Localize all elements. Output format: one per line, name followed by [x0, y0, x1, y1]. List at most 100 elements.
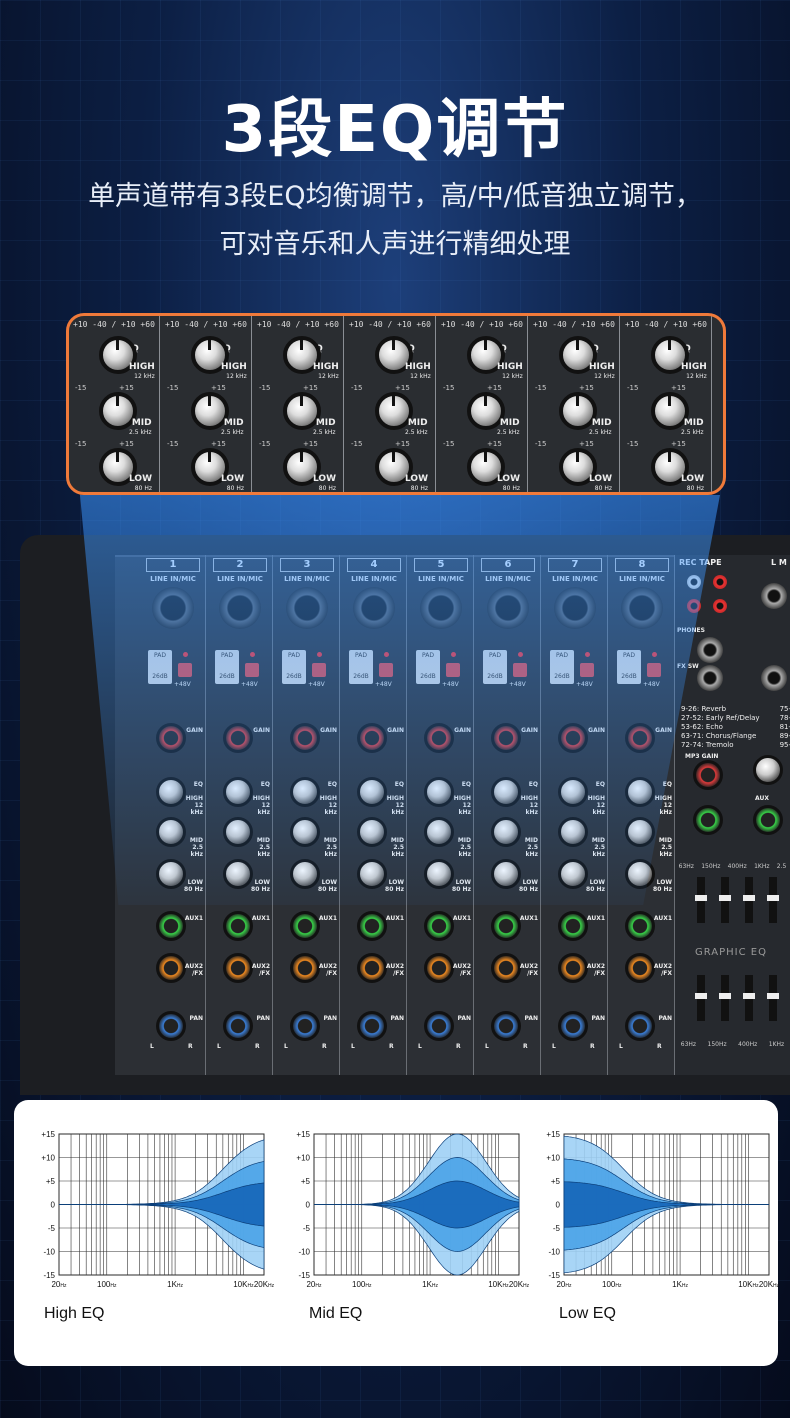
- zoom-high-label: HIGH 12 kHz: [681, 362, 707, 380]
- geq-fader-2[interactable]: [719, 877, 731, 923]
- fx-preset-row: 9-26: Reverb 75-: [681, 705, 790, 714]
- rca-red-jack[interactable]: [713, 575, 727, 589]
- y-tick-label: -15: [43, 1271, 55, 1280]
- zoom-db-range: +10 -40 / +10 +60: [441, 320, 523, 329]
- geq-fader-3[interactable]: [743, 877, 755, 923]
- geq-freq-label: 63Hz: [678, 863, 694, 870]
- phones-jack[interactable]: [697, 637, 723, 663]
- y-tick-label: -5: [48, 1224, 56, 1233]
- pan-knob[interactable]: [558, 1011, 588, 1041]
- mid-eq-graph: +15 +10 +5 0 -5 -10 -1520Hz 100Hz 1KHz 10KHz 20KHz: [296, 1130, 529, 1289]
- zoom-low-label: LOW 80 Hz: [129, 474, 152, 492]
- x-tick-unit: Hz: [177, 1283, 184, 1289]
- fx-switch-jack[interactable]: [697, 665, 723, 691]
- geq-fader-7[interactable]: [743, 975, 755, 1021]
- y-tick-label: -15: [298, 1271, 310, 1280]
- zoom-scale-min: -15: [627, 384, 639, 392]
- pan-knob[interactable]: [357, 1011, 387, 1041]
- pan-right-label: R: [389, 1043, 394, 1050]
- pan-knob[interactable]: [625, 1011, 655, 1041]
- geq-fader-5[interactable]: [695, 975, 707, 1021]
- zoom-low-label: LOW 80 Hz: [405, 474, 428, 492]
- aux2-label: AUX2 /FX: [251, 963, 270, 977]
- zoom-channel-strip: +10 -40 / +10 +60EQHIGH12 kHz-15+15MID2.…: [253, 316, 344, 492]
- aux1-label: AUX1: [653, 915, 672, 922]
- geq-freq-label: 150Hz: [707, 1041, 727, 1048]
- geq-fader-1[interactable]: [695, 877, 707, 923]
- zoom-scale-max: +15: [119, 440, 134, 448]
- pan-label: PAN: [658, 1015, 672, 1022]
- zoom-low-label: LOW 80 Hz: [221, 474, 244, 492]
- pan-knob[interactable]: [290, 1011, 320, 1041]
- xlr-output-jack[interactable]: [761, 583, 787, 609]
- geq-fader-4[interactable]: [767, 877, 779, 923]
- eq-curves-card: +15 +10 +5 0 -5 -10 -15 20Hz 100Hz 1KHz 10KHz 20KHz…: [14, 1100, 779, 1366]
- zoom-scale-min: -15: [535, 384, 547, 392]
- x-tick-label: 100Hz: [97, 1280, 117, 1289]
- y-tick-label: +5: [301, 1177, 311, 1186]
- y-tick-label: -10: [548, 1248, 560, 1257]
- pan-knob[interactable]: [424, 1011, 454, 1041]
- geq-freq-label: 400Hz: [727, 863, 747, 870]
- eq-zoom-panel: +10 -40 / +10 +60EQHIGH12 kHz-15+15MID2.…: [66, 313, 726, 495]
- zoom-scale-min: -15: [75, 384, 87, 392]
- zoom-channel-strip: +10 -40 / +10 +60EQHIGH12 kHz-15+15MID2.…: [69, 316, 160, 492]
- x-tick-label: 100Hz: [352, 1280, 372, 1289]
- zoom-mid-label: MID 2.5 kHz: [681, 418, 704, 436]
- fx-preset-range: 78-: [779, 714, 790, 722]
- aux1-label: AUX1: [586, 915, 605, 922]
- aux-return-knob-1[interactable]: [693, 805, 723, 835]
- aux1-knob[interactable]: [223, 911, 253, 941]
- aux1-label: AUX1: [385, 915, 404, 922]
- aux1-knob[interactable]: [491, 911, 521, 941]
- zoom-scale-max: +15: [579, 384, 594, 392]
- line-out-jack[interactable]: [761, 665, 787, 691]
- y-tick-label: +10: [546, 1154, 560, 1163]
- zoom-high-label: HIGH 12 kHz: [129, 362, 155, 380]
- aux1-label: AUX1: [452, 915, 471, 922]
- mp3-gain-knob[interactable]: [693, 760, 723, 790]
- x-tick-unit: Hz: [268, 1283, 274, 1289]
- geq-fader-8[interactable]: [767, 975, 779, 1021]
- pan-knob[interactable]: [156, 1011, 186, 1041]
- aux1-knob[interactable]: [625, 911, 655, 941]
- pan-left-label: L: [485, 1043, 489, 1050]
- aux1-knob[interactable]: [156, 911, 186, 941]
- pan-left-label: L: [552, 1043, 556, 1050]
- x-tick-label: 1KHz: [422, 1280, 438, 1289]
- zoom-mid-label: MID 2.5 kHz: [129, 418, 152, 436]
- x-tick-unit: Hz: [773, 1283, 779, 1289]
- pan-label: PAN: [524, 1015, 538, 1022]
- fx-preset-range: 95-: [779, 741, 790, 749]
- aux-return-knob-2[interactable]: [753, 805, 783, 835]
- low-eq-caption: Low EQ: [559, 1305, 616, 1322]
- zoom-mid-label: MID 2.5 kHz: [313, 418, 336, 436]
- geq-fader-6[interactable]: [719, 975, 731, 1021]
- y-tick-label: -10: [298, 1248, 310, 1257]
- fx-preset-name: 72-74: Tremolo: [681, 741, 734, 749]
- master-knob[interactable]: [753, 755, 783, 785]
- aux1-knob[interactable]: [558, 911, 588, 941]
- x-tick-label: 20KHz: [759, 1280, 779, 1289]
- aux1-knob[interactable]: [290, 911, 320, 941]
- pan-label: PAN: [390, 1015, 404, 1022]
- pan-label: PAN: [591, 1015, 605, 1022]
- rca-red-jack-3[interactable]: [713, 599, 727, 613]
- pan-knob[interactable]: [223, 1011, 253, 1041]
- x-tick-label: 20KHz: [254, 1280, 274, 1289]
- pan-knob[interactable]: [491, 1011, 521, 1041]
- aux1-knob[interactable]: [424, 911, 454, 941]
- zoom-high-label: HIGH 12 kHz: [313, 362, 339, 380]
- zoom-channel-strip: +10 -40 / +10 +60EQHIGH12 kHz-15+15MID2.…: [345, 316, 436, 492]
- aux1-knob[interactable]: [357, 911, 387, 941]
- zoom-high-label: HIGH 12 kHz: [221, 362, 247, 380]
- pan-right-label: R: [255, 1043, 260, 1050]
- zoom-low-label: LOW 80 Hz: [681, 474, 704, 492]
- zoom-scale-max: +15: [119, 384, 134, 392]
- aux2-label: AUX2 /FX: [586, 963, 605, 977]
- aux2-label: AUX2 /FX: [184, 963, 203, 977]
- aux-label: AUX: [755, 795, 769, 802]
- y-tick-label: +10: [296, 1154, 310, 1163]
- fx-preset-name: 63-71: Chorus/Flange: [681, 732, 757, 740]
- aux1-label: AUX1: [251, 915, 270, 922]
